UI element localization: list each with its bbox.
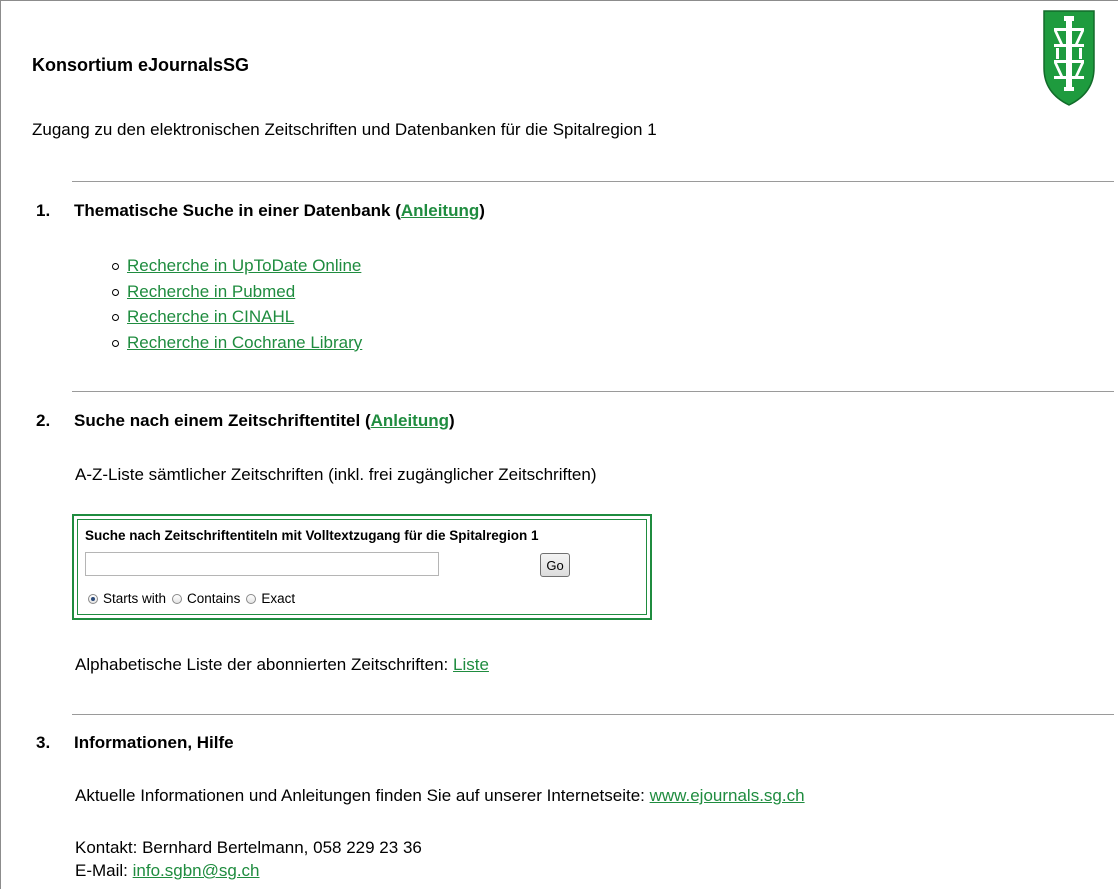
section-number: 2.	[36, 411, 51, 430]
section-1-heading: 1. Thematische Suche in einer Datenbank (…	[36, 201, 485, 220]
page-title: Konsortium eJournalsSG	[32, 55, 250, 75]
list-item: Recherche in CINAHL	[112, 304, 362, 330]
go-button[interactable]: Go	[540, 553, 570, 577]
anleitung-link-1[interactable]: Anleitung	[401, 201, 479, 220]
coat-of-arms-icon	[1043, 10, 1095, 106]
starts-with-label: Starts with	[103, 591, 167, 606]
info-text: Aktuelle Informationen und Anleitungen f…	[75, 786, 805, 805]
search-label: Suche nach Zeitschriftentiteln mit Vollt…	[85, 528, 539, 543]
list-item: Recherche in UpToDate Online	[112, 253, 362, 279]
exact-label: Exact	[261, 591, 296, 606]
search-mode-options: Starts with Contains Exact	[88, 591, 301, 606]
email-line: E-Mail: info.sgbn@sg.ch	[75, 861, 260, 880]
contains-label: Contains	[187, 591, 241, 606]
divider	[72, 181, 1114, 182]
list-item: Recherche in Pubmed	[112, 279, 362, 305]
contact-text: Kontakt: Bernhard Bertelmann, 058 229 23…	[75, 838, 422, 857]
section-number: 1.	[36, 201, 51, 220]
divider	[72, 391, 1114, 392]
database-links-list: Recherche in UpToDate Online Recherche i…	[112, 253, 362, 355]
exact-radio[interactable]	[246, 593, 257, 604]
section-number: 3.	[36, 733, 51, 752]
anleitung-link-2[interactable]: Anleitung	[371, 411, 449, 430]
bullet-icon	[112, 339, 119, 347]
intro-text: Zugang zu den elektronischen Zeitschrift…	[32, 120, 657, 139]
starts-with-radio[interactable]	[88, 593, 98, 604]
liste-link[interactable]: Liste	[453, 655, 489, 674]
bullet-icon	[112, 288, 119, 296]
bullet-icon	[112, 314, 119, 322]
az-list-text: A-Z-Liste sämtlicher Zeitschriften (inkl…	[75, 465, 597, 484]
section-3-heading: 3. Informationen, Hilfe	[36, 733, 234, 752]
cinahl-link[interactable]: Recherche in CINAHL	[127, 304, 294, 330]
alphabetic-list-text: Alphabetische Liste der abonnierten Zeit…	[75, 655, 489, 674]
website-link[interactable]: www.ejournals.sg.ch	[650, 786, 805, 805]
pubmed-link[interactable]: Recherche in Pubmed	[127, 279, 295, 305]
list-item: Recherche in Cochrane Library	[112, 330, 362, 356]
contains-radio[interactable]	[172, 593, 183, 604]
cochrane-link[interactable]: Recherche in Cochrane Library	[127, 330, 362, 356]
email-link[interactable]: info.sgbn@sg.ch	[133, 861, 260, 880]
uptodate-link[interactable]: Recherche in UpToDate Online	[127, 253, 361, 279]
journal-search-box: Suche nach Zeitschriftentiteln mit Vollt…	[72, 514, 652, 620]
journal-search-input[interactable]	[85, 552, 439, 576]
section-2-heading: 2. Suche nach einem Zeitschriftentitel (A…	[36, 411, 455, 430]
divider	[72, 714, 1114, 715]
search-box-inner: Suche nach Zeitschriftentiteln mit Vollt…	[77, 519, 647, 615]
bullet-icon	[112, 263, 119, 271]
